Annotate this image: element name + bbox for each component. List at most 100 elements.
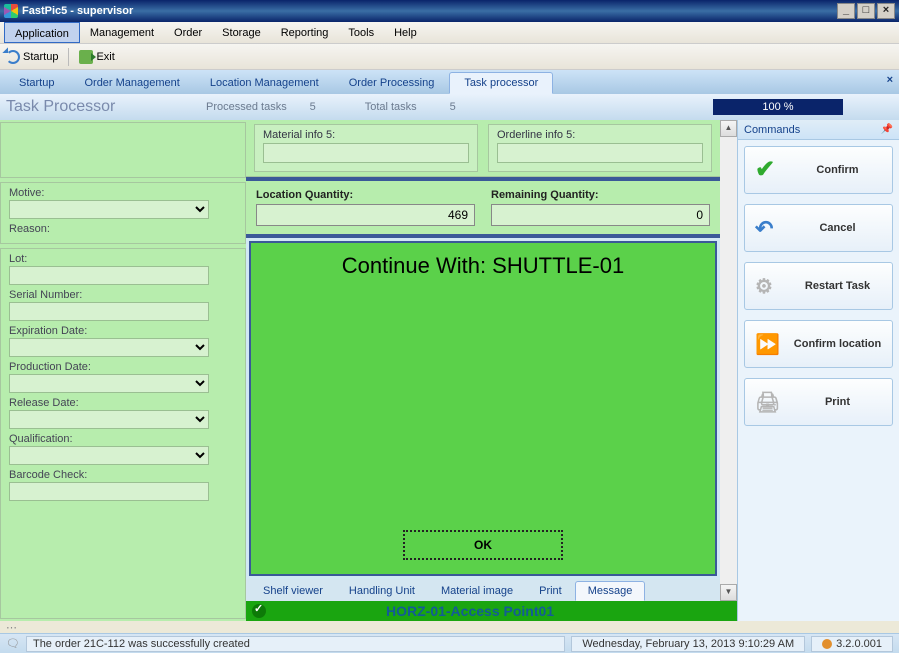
progress-bar: 100 % <box>713 99 843 115</box>
menu-tools[interactable]: Tools <box>338 22 384 43</box>
window-titlebar: FastPic5 - supervisor _ □ × <box>0 0 899 22</box>
reason-label: Reason: <box>9 223 237 235</box>
app-icon <box>4 4 18 18</box>
page-header: Task Processor Processed tasks 5 Total t… <box>0 94 899 120</box>
tab-message[interactable]: Message <box>575 581 646 601</box>
tab-shelf-viewer[interactable]: Shelf viewer <box>250 581 336 601</box>
exit-label: Exit <box>96 51 114 63</box>
refresh-icon <box>6 50 20 64</box>
tab-material-image[interactable]: Material image <box>428 581 526 601</box>
location-qty-box: Location Quantity: 469 <box>256 189 475 226</box>
printer-icon: 🖨 <box>755 390 779 414</box>
barcode-label: Barcode Check: <box>9 469 237 481</box>
cancel-button[interactable]: ↶ Cancel <box>744 204 893 252</box>
confirm-location-label: Confirm location <box>793 338 882 350</box>
access-bar: HORZ-01-Access Point01 <box>246 601 737 621</box>
lot-input[interactable] <box>9 266 209 285</box>
tab-order-management[interactable]: Order Management <box>69 72 194 94</box>
toolbar-separator <box>68 48 69 66</box>
scroll-up-icon[interactable]: ▲ <box>720 120 737 137</box>
reason-field: Reason: <box>9 223 237 235</box>
motive-select[interactable] <box>9 200 209 219</box>
info-row: Material info 5: Orderline info 5: <box>246 120 720 177</box>
version-icon <box>822 639 832 649</box>
commands-list: ✔ Confirm ↶ Cancel ⚙ Restart Task ⏩ Conf… <box>738 140 899 432</box>
restart-task-button[interactable]: ⚙ Restart Task <box>744 262 893 310</box>
center-scrollbar[interactable]: ▲ ▼ <box>720 120 737 601</box>
tab-close-icon[interactable]: × <box>887 74 893 86</box>
qualification-select[interactable] <box>9 446 209 465</box>
scroll-track[interactable] <box>720 137 737 584</box>
divider-bar-2 <box>246 234 720 238</box>
attributes-panel: Lot: Serial Number: Expiration Date: Pro… <box>0 248 246 619</box>
material-info-label: Material info 5: <box>263 129 469 141</box>
commands-title: Commands <box>744 124 800 136</box>
menu-order[interactable]: Order <box>164 22 212 43</box>
tab-startup[interactable]: Startup <box>4 72 69 94</box>
statusbar: 🗨 The order 21C-112 was successfully cre… <box>0 633 899 653</box>
expiration-label: Expiration Date: <box>9 325 237 337</box>
check-icon <box>252 604 266 618</box>
commands-panel: Commands 📌 ✔ Confirm ↶ Cancel ⚙ Restart … <box>737 120 899 621</box>
tab-print[interactable]: Print <box>526 581 575 601</box>
barcode-input[interactable] <box>9 482 209 501</box>
remaining-qty-value: 0 <box>491 204 710 226</box>
left-panel: Motive: Reason: Lot: Serial Number: Expi… <box>0 120 246 621</box>
tab-order-processing[interactable]: Order Processing <box>334 72 450 94</box>
menu-application[interactable]: Application <box>4 22 80 43</box>
confirm-button[interactable]: ✔ Confirm <box>744 146 893 194</box>
undo-icon: ↶ <box>755 216 779 240</box>
status-datetime: Wednesday, February 13, 2013 9:10:29 AM <box>571 636 805 652</box>
remaining-qty-label: Remaining Quantity: <box>491 189 710 201</box>
menubar: Application Management Order Storage Rep… <box>0 22 899 44</box>
motive-field: Motive: <box>9 187 237 219</box>
startup-button[interactable]: Startup <box>6 50 58 64</box>
message-panel: Continue With: SHUTTLE-01 OK <box>249 241 717 576</box>
orderline-info-value <box>497 143 703 163</box>
status-version: 3.2.0.001 <box>811 636 893 652</box>
checkmark-icon: ✔ <box>755 158 779 182</box>
menu-reporting[interactable]: Reporting <box>271 22 339 43</box>
orderline-info-box: Orderline info 5: <box>488 124 712 172</box>
startup-label: Startup <box>23 51 58 63</box>
task-stats: Processed tasks 5 Total tasks 5 <box>206 101 713 113</box>
access-point-text: HORZ-01-Access Point01 <box>386 603 554 619</box>
menu-management[interactable]: Management <box>80 22 164 43</box>
print-button[interactable]: 🖨 Print <box>744 378 893 426</box>
pin-icon[interactable]: 📌 <box>881 124 893 135</box>
version-text: 3.2.0.001 <box>836 638 882 650</box>
print-label: Print <box>793 396 882 408</box>
total-value: 5 <box>423 101 483 113</box>
message-text: Continue With: SHUTTLE-01 <box>342 253 624 279</box>
confirm-location-button[interactable]: ⏩ Confirm location <box>744 320 893 368</box>
expiration-select[interactable] <box>9 338 209 357</box>
material-info-box: Material info 5: <box>254 124 478 172</box>
tab-location-management[interactable]: Location Management <box>195 72 334 94</box>
serial-input[interactable] <box>9 302 209 321</box>
window-controls: _ □ × <box>837 3 895 19</box>
minimize-button[interactable]: _ <box>837 3 855 19</box>
window-title: FastPic5 - supervisor <box>22 5 837 17</box>
forward-icon: ⏩ <box>755 332 779 356</box>
maximize-button[interactable]: □ <box>857 3 875 19</box>
menu-help[interactable]: Help <box>384 22 427 43</box>
center-panel: Material info 5: Orderline info 5: Locat… <box>246 120 737 621</box>
production-label: Production Date: <box>9 361 237 373</box>
motive-label: Motive: <box>9 187 237 199</box>
left-top-panel <box>0 122 246 178</box>
confirm-label: Confirm <box>793 164 882 176</box>
exit-button[interactable]: Exit <box>79 50 114 64</box>
remaining-qty-box: Remaining Quantity: 0 <box>491 189 710 226</box>
menu-storage[interactable]: Storage <box>212 22 271 43</box>
overflow-indicator[interactable]: ⋯ <box>0 621 899 633</box>
production-select[interactable] <box>9 374 209 393</box>
release-label: Release Date: <box>9 397 237 409</box>
release-select[interactable] <box>9 410 209 429</box>
close-button[interactable]: × <box>877 3 895 19</box>
restart-label: Restart Task <box>793 280 882 292</box>
tab-task-processor[interactable]: Task processor <box>449 72 553 94</box>
tab-handling-unit[interactable]: Handling Unit <box>336 581 428 601</box>
scroll-down-icon[interactable]: ▼ <box>720 584 737 601</box>
commands-header: Commands 📌 <box>738 120 899 140</box>
ok-button[interactable]: OK <box>403 530 563 560</box>
